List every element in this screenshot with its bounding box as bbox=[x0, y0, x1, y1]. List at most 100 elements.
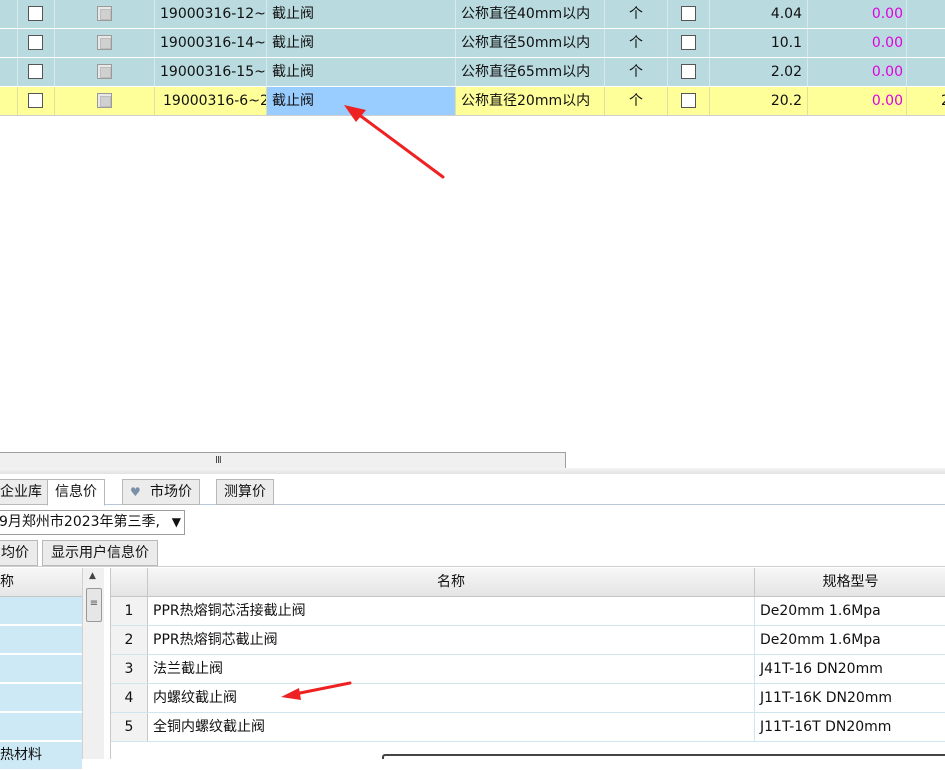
flag-checkbox-cell[interactable] bbox=[668, 29, 710, 57]
material-price[interactable]: 0.00 bbox=[808, 0, 907, 28]
show-user-price-button[interactable]: 显示用户信息价 bbox=[42, 540, 158, 566]
tree-item[interactable] bbox=[0, 597, 82, 625]
material-code[interactable]: 19000316-15~1 bbox=[155, 58, 267, 86]
material-price[interactable]: 0.00 bbox=[808, 87, 907, 115]
flag-checkbox[interactable] bbox=[681, 35, 696, 50]
price-item-spec[interactable]: J11T-16K DN20mm bbox=[755, 684, 945, 712]
select-checkbox[interactable] bbox=[28, 35, 43, 50]
tab-enterprise-library[interactable]: 企业库 bbox=[0, 479, 50, 505]
select-checkbox[interactable] bbox=[28, 93, 43, 108]
row-index: 2 bbox=[111, 626, 148, 654]
tab-estimate-price[interactable]: 测算价 bbox=[216, 479, 274, 505]
grid-row-selected[interactable]: 19000316-6~2 截止阀 公称直径20mm以内 个 20.2 0.00 … bbox=[0, 87, 945, 116]
row-index: 4 bbox=[111, 684, 148, 712]
select-checkbox-cell[interactable] bbox=[18, 29, 55, 57]
scrollbar-thumb[interactable]: ≡ bbox=[86, 588, 102, 622]
row-marker bbox=[0, 87, 18, 115]
panel-splitter[interactable] bbox=[0, 468, 945, 474]
table-row[interactable]: 5 全铜内螺纹截止阀 J11T-16T DN20mm bbox=[111, 713, 945, 742]
spec-column-header[interactable]: 规格型号 bbox=[755, 568, 945, 597]
price-item-spec[interactable]: De20mm 1.6Mpa bbox=[755, 597, 945, 625]
material-name[interactable]: 截止阀 bbox=[267, 58, 456, 86]
locked-checkbox-cell bbox=[55, 58, 155, 86]
table-row[interactable]: 4 内螺纹截止阀 J11T-16K DN20mm bbox=[111, 684, 945, 713]
material-price[interactable]: 0.00 bbox=[808, 29, 907, 57]
scrollbar-grip-icon[interactable]: III bbox=[215, 455, 222, 466]
average-price-button[interactable]: 均价 bbox=[0, 540, 38, 566]
grid-row[interactable]: 19000316-15~1 截止阀 公称直径65mm以内 个 2.02 0.00 bbox=[0, 58, 945, 87]
table-row[interactable]: 3 法兰截止阀 J41T-16 DN20mm bbox=[111, 655, 945, 684]
material-quantity[interactable]: 10.1 bbox=[710, 29, 808, 57]
vertical-scrollbar[interactable]: ▲ ≡ bbox=[82, 568, 104, 759]
flag-checkbox-cell[interactable] bbox=[668, 0, 710, 28]
material-unit[interactable]: 个 bbox=[605, 0, 668, 28]
popup-edge bbox=[382, 754, 945, 759]
material-spec[interactable]: 公称直径50mm以内 bbox=[456, 29, 605, 57]
region-period-select[interactable]: 9月郑州市2023年第三季, ▼ bbox=[0, 510, 185, 535]
table-row[interactable]: 2 PPR热熔铜芯截止阀 De20mm 1.6Mpa bbox=[111, 626, 945, 655]
button-label: 显示用户信息价 bbox=[51, 545, 149, 561]
table-row[interactable]: 1 PPR热熔铜芯活接截止阀 De20mm 1.6Mpa bbox=[111, 597, 945, 626]
material-price[interactable]: 0.00 bbox=[808, 58, 907, 86]
material-name[interactable]: 截止阀 bbox=[267, 0, 456, 28]
tab-label: 信息价 bbox=[55, 484, 97, 500]
price-item-name[interactable]: PPR热熔铜芯截止阀 bbox=[148, 626, 755, 654]
material-quantity[interactable]: 20.2 bbox=[710, 87, 808, 115]
material-name-active-cell[interactable]: 截止阀 bbox=[267, 87, 456, 115]
price-item-name[interactable]: PPR热熔铜芯活接截止阀 bbox=[148, 597, 755, 625]
tree-item[interactable] bbox=[0, 655, 82, 683]
material-spec[interactable]: 公称直径40mm以内 bbox=[456, 0, 605, 28]
price-item-spec[interactable]: J41T-16 DN20mm bbox=[755, 655, 945, 683]
material-spec[interactable]: 公称直径20mm以内 bbox=[456, 87, 605, 115]
grid-row[interactable]: 19000316-12~1 截止阀 公称直径40mm以内 个 4.04 0.00 bbox=[0, 0, 945, 29]
flag-checkbox[interactable] bbox=[681, 6, 696, 21]
material-name[interactable]: 截止阀 bbox=[267, 29, 456, 57]
material-code[interactable]: 19000316-6~2 bbox=[155, 87, 267, 115]
material-unit[interactable]: 个 bbox=[605, 29, 668, 57]
price-item-name[interactable]: 内螺纹截止阀 bbox=[148, 684, 755, 712]
tree-item[interactable] bbox=[0, 626, 82, 654]
category-tree: 称 热材料 ▲ ≡ bbox=[0, 568, 104, 770]
material-quantity[interactable]: 2.02 bbox=[710, 58, 808, 86]
grid-row[interactable]: 19000316-14~1 截止阀 公称直径50mm以内 个 10.1 0.00 bbox=[0, 29, 945, 58]
material-unit[interactable]: 个 bbox=[605, 87, 668, 115]
locked-checkbox bbox=[97, 93, 112, 108]
row-index: 1 bbox=[111, 597, 148, 625]
scroll-up-icon[interactable]: ▲ bbox=[89, 571, 96, 581]
flag-checkbox[interactable] bbox=[681, 93, 696, 108]
tab-label: 企业库 bbox=[0, 484, 42, 500]
material-quantity[interactable]: 4.04 bbox=[710, 0, 808, 28]
price-item-name[interactable]: 法兰截止阀 bbox=[148, 655, 755, 683]
select-checkbox-cell[interactable] bbox=[18, 0, 55, 28]
material-code[interactable]: 19000316-12~1 bbox=[155, 0, 267, 28]
tab-label: 市场价 bbox=[150, 484, 192, 500]
flag-checkbox-cell[interactable] bbox=[668, 87, 710, 115]
flag-checkbox-cell[interactable] bbox=[668, 58, 710, 86]
material-code[interactable]: 19000316-14~1 bbox=[155, 29, 267, 57]
material-unit[interactable]: 个 bbox=[605, 58, 668, 86]
material-extra[interactable] bbox=[907, 0, 945, 28]
select-checkbox-cell[interactable] bbox=[18, 87, 55, 115]
price-item-name[interactable]: 全铜内螺纹截止阀 bbox=[148, 713, 755, 741]
tab-market-price[interactable]: ♥ 市场价 bbox=[122, 479, 200, 505]
tree-item[interactable] bbox=[0, 713, 82, 741]
name-column-header[interactable]: 名称 bbox=[148, 568, 755, 597]
tree-item[interactable] bbox=[0, 684, 82, 712]
flag-checkbox[interactable] bbox=[681, 64, 696, 79]
material-extra[interactable] bbox=[907, 29, 945, 57]
row-index: 5 bbox=[111, 713, 148, 741]
select-checkbox-cell[interactable] bbox=[18, 58, 55, 86]
tree-item[interactable]: 热材料 bbox=[0, 742, 82, 770]
select-checkbox[interactable] bbox=[28, 64, 43, 79]
material-extra[interactable] bbox=[907, 58, 945, 86]
row-marker bbox=[0, 58, 18, 86]
tab-info-price[interactable]: 信息价 bbox=[47, 479, 105, 506]
material-extra[interactable]: 2 bbox=[907, 87, 945, 115]
price-item-spec[interactable]: De20mm 1.6Mpa bbox=[755, 626, 945, 654]
dropdown-arrow-icon[interactable]: ▼ bbox=[172, 511, 181, 534]
price-item-spec[interactable]: J11T-16T DN20mm bbox=[755, 713, 945, 741]
select-checkbox[interactable] bbox=[28, 6, 43, 21]
heart-icon: ♥ bbox=[130, 485, 141, 499]
locked-checkbox bbox=[97, 6, 112, 21]
material-spec[interactable]: 公称直径65mm以内 bbox=[456, 58, 605, 86]
